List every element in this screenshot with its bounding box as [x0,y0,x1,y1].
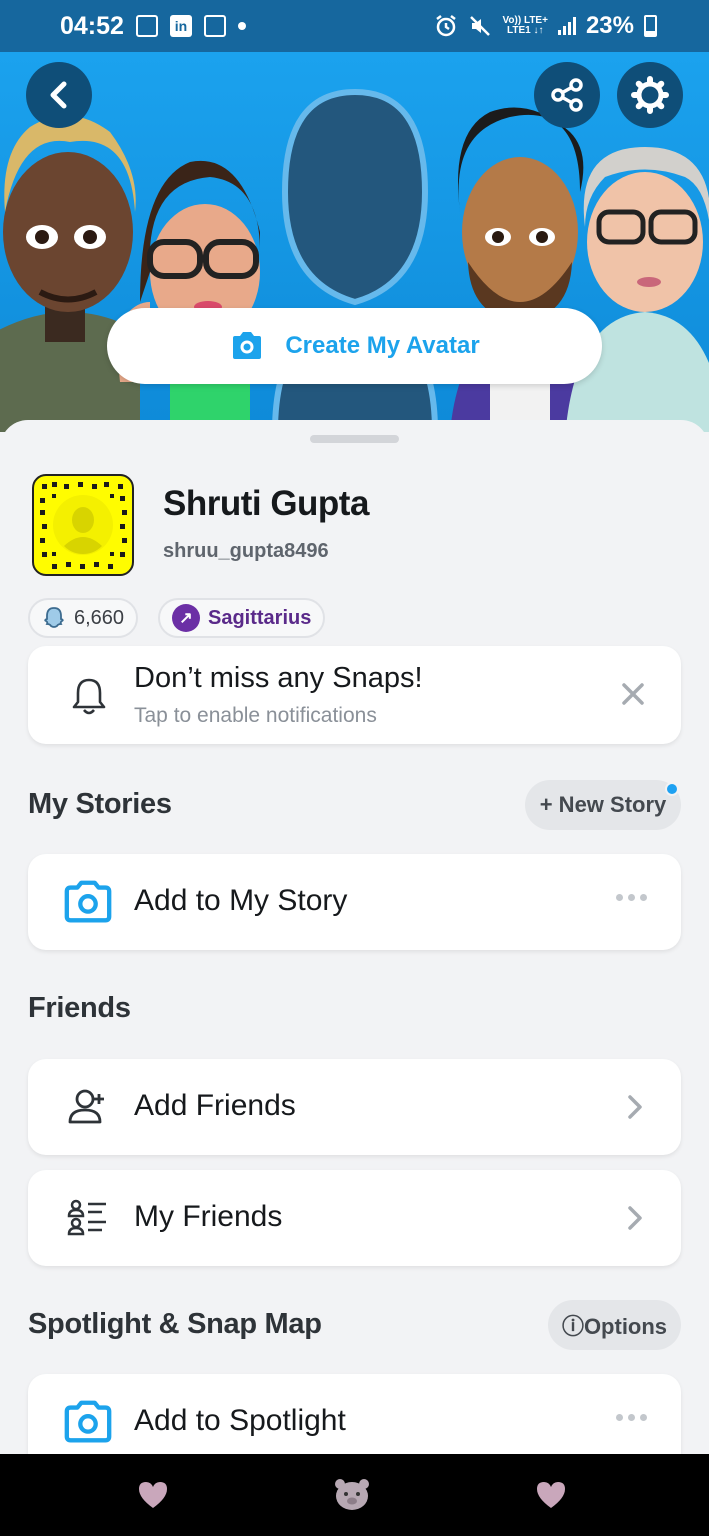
new-indicator-dot [665,782,679,796]
gallery-notification-icon [135,15,158,37]
sagittarius-icon: ↗ [172,604,200,632]
add-friend-icon [68,1089,104,1124]
snap-score-chip[interactable]: 6,660 [28,598,139,638]
battery-percent: 23% [585,12,634,39]
profile-display-name: Shruti Gupta [163,484,369,523]
more-notifications-dot-icon [237,22,246,30]
status-bar: 04:52 in Vo)) LTE+ LTE1 ↓↑ 23% [0,0,709,52]
add-to-my-story-row[interactable]: Add to My Story [28,854,681,950]
camera-icon [64,880,112,923]
share-button[interactable] [534,62,600,128]
spotlight-heading: Spotlight & Snap Map [28,1308,322,1340]
snap-score-value: 6,660 [74,606,125,629]
system-navigation-bar [0,1454,709,1536]
profile-sheet: Shruti Gupta shruu_gupta8496 6,660 ↗ Sag… [0,420,709,1454]
avatar-hero: Create My Avatar [0,52,709,432]
linkedin-notification-icon: in [169,15,192,37]
new-story-button[interactable]: + New Story [525,780,681,830]
my-friends-label: My Friends [134,1200,283,1233]
notification-prompt-title: Don’t miss any Snaps! [134,662,423,694]
bell-icon [72,678,106,715]
share-icon [551,78,583,112]
my-stories-heading: My Stories [28,788,172,820]
create-avatar-label: Create My Avatar [285,332,480,359]
more-options-icon[interactable] [616,1414,647,1421]
signal-icon [557,17,576,35]
avatar-illustration-4 [565,147,709,432]
avatar-illustration-2 [115,160,260,432]
profile-username: shruu_gupta8496 [163,540,329,562]
mute-icon [470,16,491,36]
battery-icon [644,15,657,37]
camera-icon [64,1400,112,1443]
bear-nav-icon[interactable] [333,1476,371,1512]
friends-heading: Friends [28,992,131,1024]
drag-handle[interactable] [310,435,399,443]
status-time: 04:52 [60,11,124,40]
add-friends-label: Add Friends [134,1089,296,1122]
gear-icon [631,76,669,114]
create-avatar-button[interactable]: Create My Avatar [107,308,602,384]
camera-icon [233,332,262,359]
settings-button[interactable] [617,62,683,128]
chevron-right-icon [628,1095,642,1119]
notification-prompt-subtitle: Tap to enable notifications [134,704,377,727]
network-indicator: Vo)) LTE+ LTE1 ↓↑ [502,15,548,36]
zodiac-label: Sagittarius [208,606,312,629]
add-to-spotlight-row[interactable]: Add to Spotlight [28,1374,681,1454]
options-label: ⓘOptions [561,1314,668,1339]
snapcode-pattern-icon [40,482,127,569]
snapcode[interactable] [32,474,134,576]
calendar-notification-icon [203,15,226,37]
alarm-icon [436,15,457,37]
add-friends-row[interactable]: Add Friends [28,1059,681,1155]
heart-nav-icon[interactable] [137,1480,169,1510]
close-icon[interactable] [621,682,645,706]
chevron-right-icon [628,1206,642,1230]
more-options-icon[interactable] [616,894,647,901]
add-to-my-story-label: Add to My Story [134,884,348,917]
spotlight-options-button[interactable]: ⓘOptions [548,1300,681,1350]
notification-prompt-card[interactable]: Don’t miss any Snaps! Tap to enable noti… [28,646,681,744]
ghost-icon [44,607,64,628]
my-friends-row[interactable]: My Friends [28,1170,681,1266]
add-to-spotlight-label: Add to Spotlight [134,1404,346,1437]
chevron-left-icon [50,81,67,109]
friends-list-icon [67,1199,106,1236]
heart-nav-icon[interactable] [535,1480,567,1510]
zodiac-chip[interactable]: ↗ Sagittarius [158,598,326,638]
back-button[interactable] [26,62,92,128]
new-story-label: + New Story [539,792,667,817]
